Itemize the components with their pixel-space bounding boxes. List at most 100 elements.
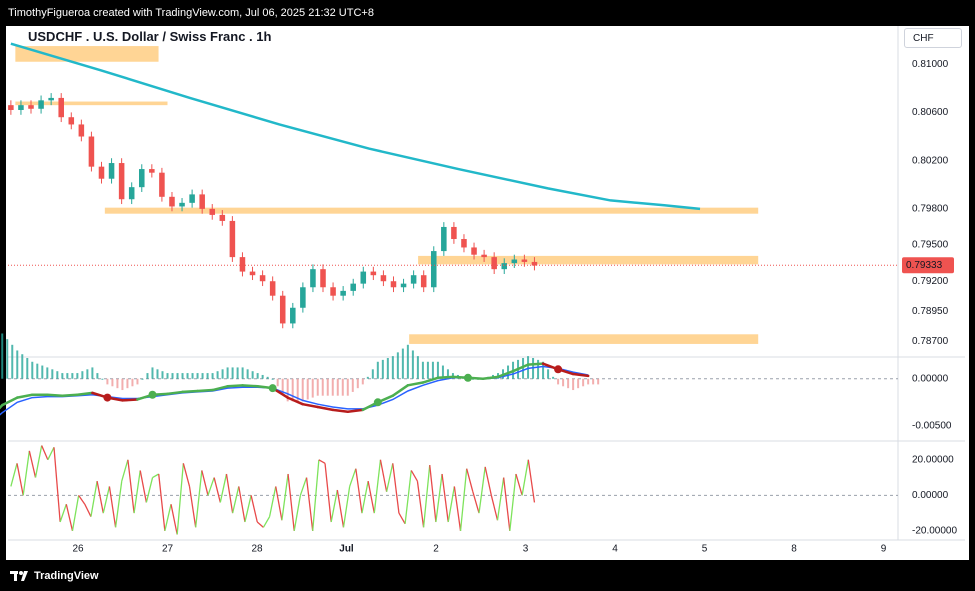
candle[interactable] xyxy=(78,124,85,137)
macd-histogram-bar xyxy=(211,373,214,379)
macd-histogram-bar xyxy=(96,373,99,379)
candle[interactable] xyxy=(430,251,437,288)
candle[interactable] xyxy=(249,271,256,276)
candle[interactable] xyxy=(138,169,145,188)
macd-histogram-bar xyxy=(577,378,580,389)
tradingview-brand[interactable]: TradingView xyxy=(10,570,99,582)
candle[interactable] xyxy=(350,283,356,291)
candle[interactable] xyxy=(300,287,306,308)
moving-average-line[interactable] xyxy=(10,42,701,211)
macd-line-segment xyxy=(406,381,425,387)
currency-button[interactable]: CHF xyxy=(904,28,962,48)
macd-histogram-bar xyxy=(91,367,94,379)
support-resistance-zone[interactable] xyxy=(418,255,759,265)
macd-histogram-bar xyxy=(156,369,159,379)
candle[interactable] xyxy=(28,105,34,109)
candle[interactable] xyxy=(259,275,266,282)
macd-cross-dot[interactable] xyxy=(268,384,277,393)
price-tick-label: 0.79800 xyxy=(912,204,949,215)
candle[interactable] xyxy=(400,283,407,288)
oscillator-segment xyxy=(459,468,468,531)
candle[interactable] xyxy=(209,208,216,215)
oscillator-segment xyxy=(121,459,129,482)
macd-cross-dot[interactable] xyxy=(148,390,157,399)
candle[interactable] xyxy=(451,226,457,240)
oscillator-segment xyxy=(349,468,357,487)
candle[interactable] xyxy=(199,194,205,209)
price-tick-label: 0.80200 xyxy=(912,155,949,166)
candle[interactable] xyxy=(8,105,14,110)
candle[interactable] xyxy=(219,214,226,221)
macd-cross-dot[interactable] xyxy=(373,398,382,407)
candle[interactable] xyxy=(390,281,397,288)
oscillator-segment xyxy=(201,470,209,496)
candle[interactable] xyxy=(48,97,54,101)
symbol-title[interactable]: USDCHF . U.S. Dollar / Swiss Franc . 1h xyxy=(28,29,271,44)
oscillator-segment xyxy=(398,512,406,525)
candle[interactable] xyxy=(511,259,518,264)
macd-histogram-bar xyxy=(572,378,575,391)
candle[interactable] xyxy=(320,269,326,288)
oscillator-segment xyxy=(521,459,529,496)
candle[interactable] xyxy=(179,202,185,207)
candle[interactable] xyxy=(471,247,477,255)
oscillator-segment xyxy=(324,463,332,523)
oscillator-segment xyxy=(416,481,425,528)
candle[interactable] xyxy=(370,271,377,276)
macd-histogram-bar xyxy=(36,363,39,379)
chart-svg[interactable]: 0.81000 0.80600 0.80200 0.79800 0.79500 0.792… xyxy=(0,0,975,591)
candle[interactable] xyxy=(149,169,155,173)
candle[interactable] xyxy=(98,166,105,179)
macd-line-segment xyxy=(196,388,214,393)
candle[interactable] xyxy=(239,257,246,272)
candle[interactable] xyxy=(340,290,346,296)
support-resistance-zone[interactable] xyxy=(15,46,159,62)
candle[interactable] xyxy=(310,269,316,288)
macd-histogram-bar xyxy=(106,378,109,385)
macd-histogram-bar xyxy=(391,356,394,379)
macd-histogram-bar xyxy=(81,371,84,379)
candle[interactable] xyxy=(461,239,467,248)
candle[interactable] xyxy=(88,136,95,167)
candle[interactable] xyxy=(279,295,286,324)
support-resistance-zone[interactable] xyxy=(15,101,168,106)
macd-line-segment xyxy=(121,398,139,402)
candle[interactable] xyxy=(521,259,528,262)
candle[interactable] xyxy=(420,275,427,288)
candle[interactable] xyxy=(410,275,417,284)
candle[interactable] xyxy=(58,97,64,118)
oscillator-segment xyxy=(268,486,277,517)
oscillator-segment xyxy=(71,495,80,531)
candle[interactable] xyxy=(441,226,447,252)
macd-cross-dot[interactable] xyxy=(554,365,563,374)
candle[interactable] xyxy=(128,187,135,200)
candle[interactable] xyxy=(68,117,75,125)
candle[interactable] xyxy=(159,172,165,197)
price-tick-label: 0.78950 xyxy=(912,306,949,317)
macd-cross-dot[interactable] xyxy=(463,373,472,382)
candle[interactable] xyxy=(229,220,236,258)
candle[interactable] xyxy=(18,105,24,110)
support-resistance-zone[interactable] xyxy=(409,334,759,344)
candle[interactable] xyxy=(290,307,296,324)
candle[interactable] xyxy=(360,271,367,284)
macd-histogram-bar xyxy=(371,369,374,379)
candle[interactable] xyxy=(169,196,175,207)
candle[interactable] xyxy=(380,275,387,282)
candle[interactable] xyxy=(481,254,487,258)
candle[interactable] xyxy=(491,257,497,270)
candle[interactable] xyxy=(189,194,195,203)
candle[interactable] xyxy=(108,163,115,179)
macd-histogram-bar xyxy=(582,378,585,387)
candle[interactable] xyxy=(38,100,44,109)
macd-histogram-bar xyxy=(527,356,530,379)
macd-histogram-bar xyxy=(331,378,334,396)
macd-histogram-bar xyxy=(326,378,329,396)
candle[interactable] xyxy=(501,263,508,270)
candle[interactable] xyxy=(118,163,125,200)
oscillator-segment xyxy=(392,463,400,514)
candle[interactable] xyxy=(330,287,336,296)
candle[interactable] xyxy=(269,281,276,296)
macd-histogram-bar xyxy=(226,367,229,379)
macd-cross-dot[interactable] xyxy=(103,393,112,402)
